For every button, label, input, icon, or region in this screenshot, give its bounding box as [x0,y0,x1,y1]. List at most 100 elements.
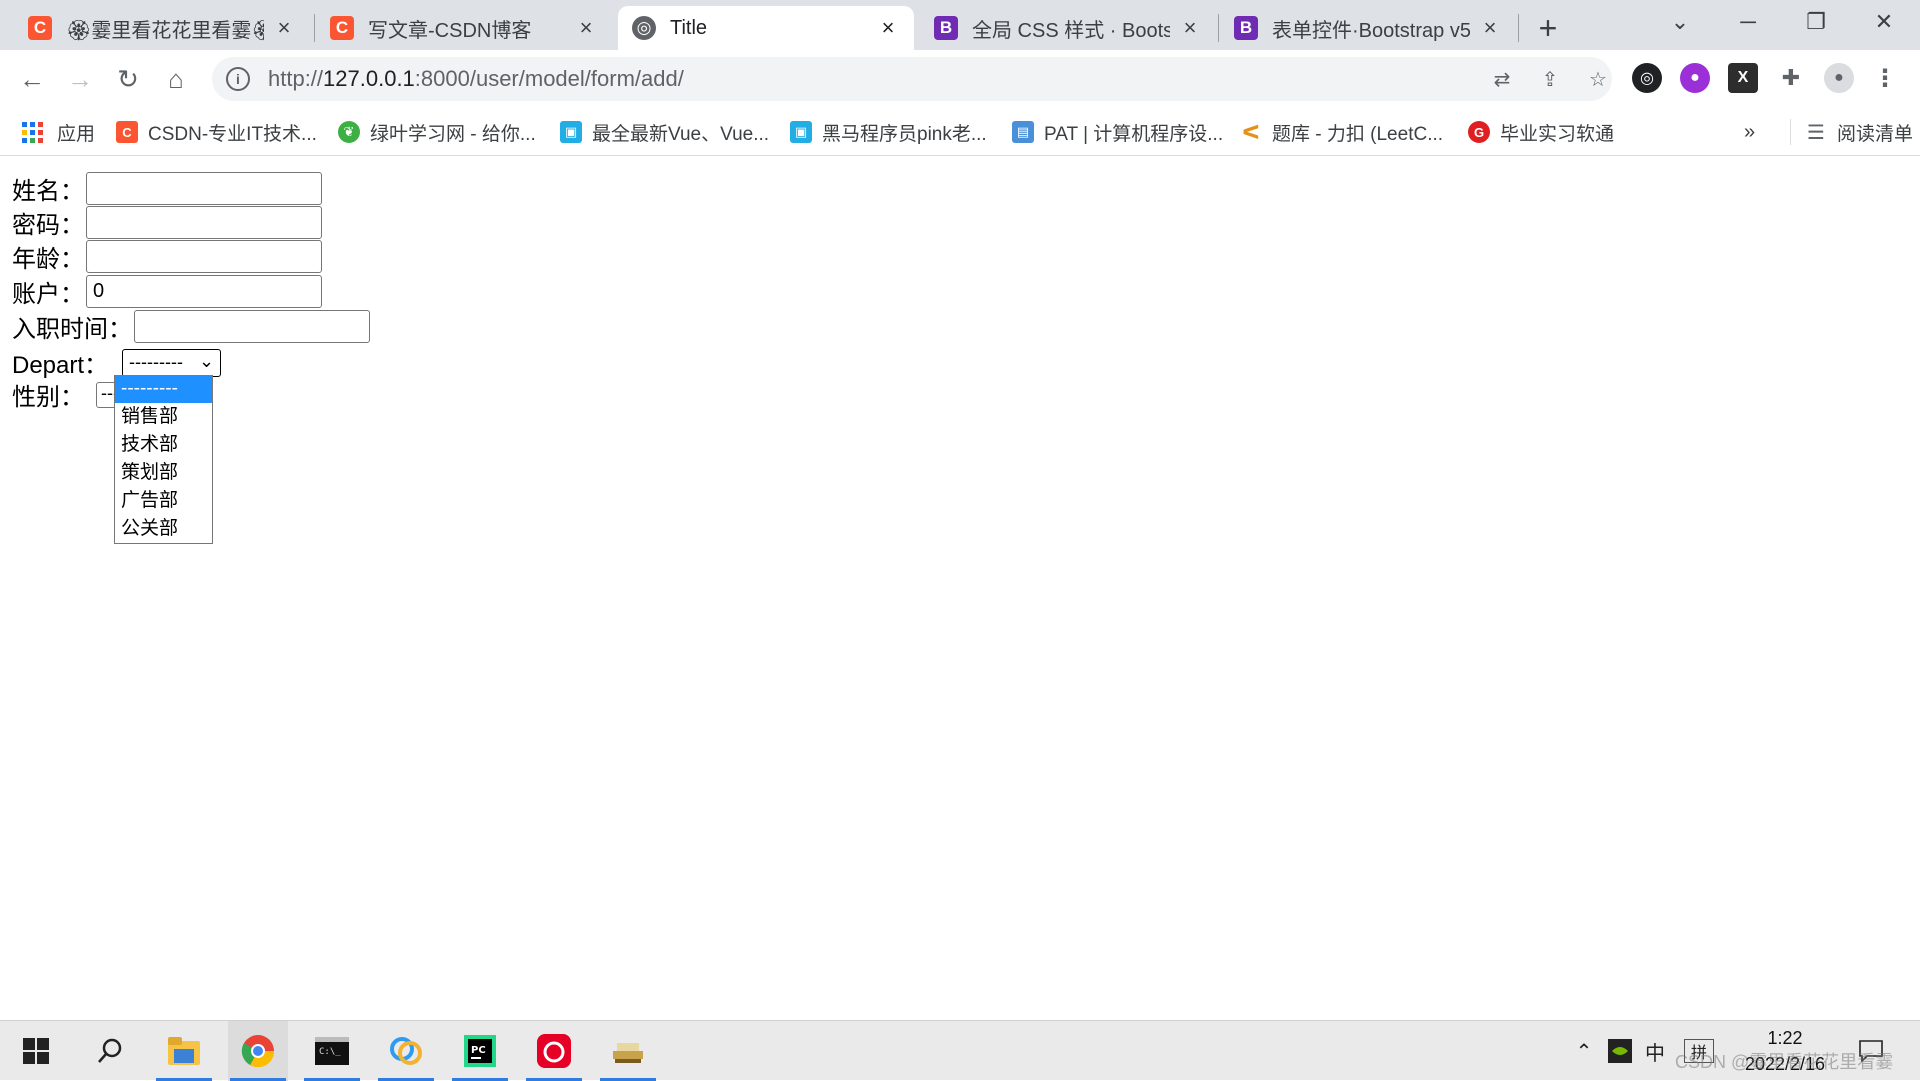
depart-option[interactable]: 销售部 [115,403,212,431]
app-swirl-icon[interactable] [376,1021,436,1081]
puzzle-icon[interactable]: ✚ [1776,63,1806,93]
tab-title: 写文章-CSDN博客 [368,19,532,42]
file-explorer-icon[interactable] [154,1021,214,1081]
bookmark-vue[interactable]: ▣ 最全最新Vue、Vue... [560,118,769,146]
bookmark-label: 毕业实习软通 [1500,123,1615,145]
reading-list-label: 阅读清单 [1837,123,1914,145]
url-host: 127.0.0.1 [323,66,415,91]
close-icon[interactable]: × [272,15,296,40]
depart-option[interactable]: --------- [115,375,212,403]
tab-separator [1218,14,1219,42]
share-icon[interactable]: ⇪ [1536,65,1564,93]
address-bar[interactable]: i http://127.0.0.1:8000/user/model/form/… [212,57,1612,101]
tab-bootstrap-forms[interactable]: B 表单控件·Bootstrap v5.1 × [1220,6,1516,50]
extension-icon[interactable]: ● [1680,63,1710,93]
name-label: 姓名： [12,178,84,205]
nvidia-icon[interactable] [1606,1035,1634,1067]
csdn-icon: C [116,121,138,143]
close-icon[interactable]: × [1478,15,1502,40]
name-input[interactable] [86,172,322,205]
extension-icon[interactable]: ◎ [1632,63,1662,93]
profile-avatar-icon[interactable]: ● [1824,63,1854,93]
tab-title-active[interactable]: ◎ Title × [618,6,914,50]
windows-start-icon[interactable] [6,1021,66,1081]
gender-label: 性别： [12,384,84,411]
depart-option[interactable]: 技术部 [115,431,212,459]
bookmark-label: 应用 [57,123,96,145]
home-icon[interactable]: ⌂ [156,59,196,99]
form-row-name: 姓名： [12,171,322,206]
back-arrow-icon[interactable]: ← [12,59,52,99]
reading-list-icon: ☰ [1807,121,1825,144]
account-input[interactable] [86,275,322,308]
new-tab-button[interactable]: + [1530,10,1566,46]
restore-button[interactable]: ❐ [1786,0,1846,44]
bootstrap-icon: B [1234,16,1258,40]
site-info-icon[interactable]: i [226,67,250,91]
pat-icon: ▤ [1012,121,1034,143]
close-icon[interactable]: × [876,15,900,40]
show-hidden-icons-chevron-icon[interactable]: ⌃ [1570,1035,1598,1067]
app-books-icon[interactable] [598,1021,658,1081]
bookmark-lvye[interactable]: ❦ 绿叶学习网 - 给你... [338,118,536,146]
close-icon[interactable]: × [574,15,598,40]
tab-csdn-write[interactable]: C 写文章-CSDN博客 × [316,6,612,50]
menu-kebab-icon[interactable]: ⋮ [1870,63,1900,93]
apps-grid-icon [22,121,43,143]
isoftstone-icon: G [1468,121,1490,143]
chrome-icon[interactable] [228,1021,288,1081]
depart-label: Depart： [12,352,109,379]
password-label: 密码： [12,212,84,239]
age-label: 年龄： [12,246,84,273]
bookmark-label: 绿叶学习网 - 给你... [370,123,536,145]
ime-language-indicator[interactable]: 中 [1640,1035,1670,1067]
close-icon[interactable]: × [1178,15,1202,40]
depart-option[interactable]: 策划部 [115,459,212,487]
windows-taskbar: C:\_ PC ⌃ 中 拼 1:22 2022/2/16 [0,1020,1920,1081]
tab-separator [1518,14,1519,42]
bookmark-label: CSDN-专业IT技术... [148,123,317,145]
chevron-down-icon: ⌄ [198,350,215,371]
pycharm-icon[interactable]: PC [450,1021,510,1081]
bookmark-apps[interactable]: 应用 [22,118,95,146]
hire-date-input[interactable] [134,310,370,343]
tab-title: 表单控件·Bootstrap v5.1 [1272,19,1470,42]
password-input[interactable] [86,206,322,239]
csdn-icon: C [330,16,354,40]
url-text[interactable]: http://127.0.0.1:8000/user/model/form/ad… [268,66,684,92]
tab-title: 全局 CSS 样式 · Bootstra [972,19,1170,42]
window-close-button[interactable]: ✕ [1854,0,1914,44]
bookmark-label: 题库 - 力扣 (LeetC... [1272,123,1444,145]
tab-csdn-blog[interactable]: C 🏵霎里看花花里看霎🏵_雪 × [14,6,310,50]
watermark-text: CSDN @霎里看花花里看霎 [1675,1052,1894,1072]
translate-icon[interactable]: ⇄ [1488,65,1516,93]
form-row-hire-date: 入职时间： [12,309,370,344]
bookmark-isoftstone[interactable]: G 毕业实习软通 [1468,118,1614,146]
bookmark-leetcode[interactable]: ᐸ 题库 - 力扣 (LeetC... [1240,118,1443,146]
depart-option[interactable]: 广告部 [115,487,212,515]
depart-option[interactable]: 公关部 [115,515,212,543]
tab-search-icon[interactable]: ⌄ [1650,0,1710,44]
age-input[interactable] [86,240,322,273]
hire-date-label: 入职时间： [12,316,132,343]
depart-select[interactable]: --------- ⌄ [122,348,222,377]
reading-list-button[interactable]: ☰ 阅读清单 [1790,118,1913,146]
search-icon[interactable] [80,1021,140,1081]
extension-icon[interactable]: X [1728,63,1758,93]
minimize-button[interactable]: ─ [1718,0,1778,44]
page-content: 姓名： 密码： 年龄： 账户： 入职时间： Depart： --------- … [0,157,1920,1020]
forward-arrow-icon[interactable]: → [60,59,100,99]
bookmark-pink[interactable]: ▣ 黑马程序员pink老... [790,118,987,146]
bootstrap-icon: B [934,16,958,40]
bookmark-pat[interactable]: ▤ PAT | 计算机程序设... [1012,118,1223,146]
bookmark-csdn[interactable]: C CSDN-专业IT技术... [116,118,317,146]
tab-strip: C 🏵霎里看花花里看霎🏵_雪 × C 写文章-CSDN博客 × ◎ Title … [0,0,1920,50]
terminal-icon[interactable]: C:\_ [302,1021,362,1081]
tab-bootstrap-css[interactable]: B 全局 CSS 样式 · Bootstra × [920,6,1216,50]
netease-music-icon[interactable] [524,1021,584,1081]
bilibili-icon: ▣ [790,121,812,143]
bookmarks-overflow-button[interactable]: » [1744,118,1755,146]
reload-icon[interactable]: ↻ [108,59,148,99]
csdn-icon: C [28,16,52,40]
bookmark-star-icon[interactable]: ☆ [1584,65,1612,93]
